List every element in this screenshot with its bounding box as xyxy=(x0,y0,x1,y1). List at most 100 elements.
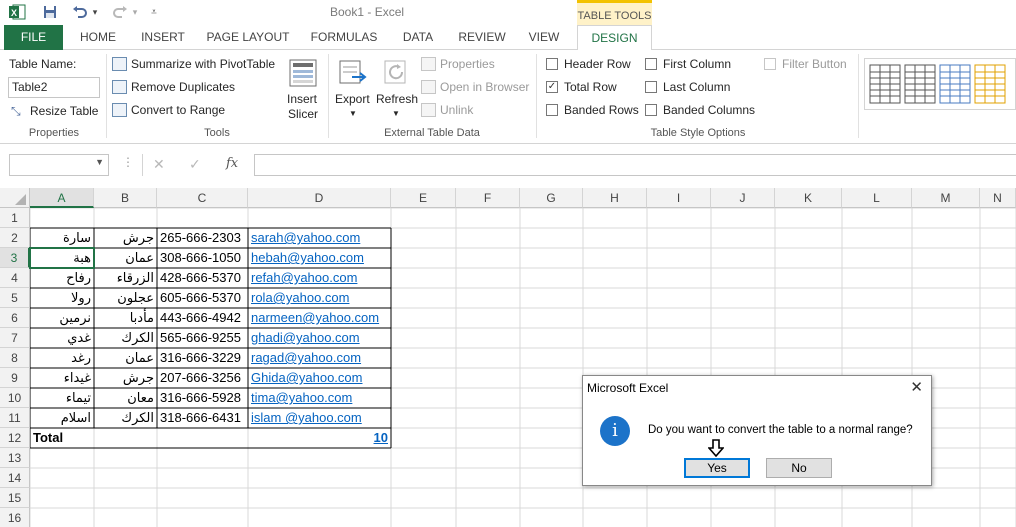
row-header-3[interactable]: 3 xyxy=(0,248,30,268)
cell-city[interactable]: الزرقاء xyxy=(94,268,157,288)
cell-email[interactable]: narmeen@yahoo.com xyxy=(248,308,391,328)
row-header-12[interactable]: 12 xyxy=(0,428,30,448)
tab-file[interactable]: FILE xyxy=(4,25,63,50)
cell-phone[interactable]: 308-666-1050 xyxy=(157,248,248,268)
row-header-9[interactable]: 9 xyxy=(0,368,30,388)
cell-phone[interactable]: 565-666-9255 xyxy=(157,328,248,348)
first-column-checkbox[interactable]: First Column xyxy=(645,56,750,74)
banded-rows-checkbox[interactable]: Banded Rows xyxy=(546,102,641,120)
column-header-b[interactable]: B xyxy=(94,188,157,208)
tab-review[interactable]: REVIEW xyxy=(455,25,509,50)
tab-view[interactable]: VIEW xyxy=(523,25,565,50)
column-header-e[interactable]: E xyxy=(391,188,456,208)
cell-name[interactable]: سارة xyxy=(30,228,94,248)
column-header-l[interactable]: L xyxy=(842,188,912,208)
export-button[interactable]: Export ▼ xyxy=(334,56,372,124)
cancel-formula-icon[interactable]: ✕ xyxy=(153,156,165,173)
cell-total-count[interactable]: 10 xyxy=(248,428,391,448)
redo-icon[interactable] xyxy=(110,4,130,20)
customize-qat-icon[interactable]: ⩡ xyxy=(148,4,160,20)
cell-email[interactable]: ragad@yahoo.com xyxy=(248,348,391,368)
redo-dropdown-icon[interactable]: ▾ xyxy=(130,4,140,20)
column-header-m[interactable]: M xyxy=(912,188,980,208)
refresh-button[interactable]: Refresh ▼ xyxy=(376,56,418,124)
insert-function-icon[interactable]: fx xyxy=(226,156,238,171)
cell-name[interactable]: غيداء xyxy=(30,368,94,388)
tab-formulas[interactable]: FORMULAS xyxy=(306,25,382,50)
name-box-dropdown-icon[interactable]: ▼ xyxy=(95,157,104,167)
properties-button[interactable]: Properties xyxy=(421,56,531,74)
column-header-f[interactable]: F xyxy=(456,188,520,208)
column-header-c[interactable]: C xyxy=(157,188,248,208)
cell-phone[interactable]: 443-666-4942 xyxy=(157,308,248,328)
filter-button-checkbox[interactable]: Filter Button xyxy=(764,56,859,74)
tab-insert[interactable]: INSERT xyxy=(136,25,190,50)
cell-name[interactable]: رفاح xyxy=(30,268,94,288)
cell-name[interactable]: تيماء xyxy=(30,388,94,408)
cell-total-label[interactable]: Total xyxy=(30,428,94,448)
column-header-h[interactable]: H xyxy=(583,188,647,208)
banded-columns-checkbox[interactable]: Banded Columns xyxy=(645,102,760,120)
row-header-4[interactable]: 4 xyxy=(0,268,30,288)
row-header-2[interactable]: 2 xyxy=(0,228,30,248)
insert-slicer-button[interactable]: Insert Slicer xyxy=(284,56,322,124)
row-header-16[interactable]: 16 xyxy=(0,508,30,527)
formula-input[interactable] xyxy=(254,154,1016,176)
undo-icon[interactable] xyxy=(70,4,90,20)
row-header-13[interactable]: 13 xyxy=(0,448,30,468)
cell-city[interactable]: عمان xyxy=(94,348,157,368)
yes-button[interactable]: Yes xyxy=(684,458,750,478)
cell-email[interactable]: ghadi@yahoo.com xyxy=(248,328,391,348)
cell-city[interactable]: عمان xyxy=(94,248,157,268)
cell-email[interactable]: hebah@yahoo.com xyxy=(248,248,391,268)
column-header-i[interactable]: I xyxy=(647,188,711,208)
column-header-a[interactable]: A xyxy=(30,188,94,208)
header-row-checkbox[interactable]: Header Row xyxy=(546,56,641,74)
table-name-input[interactable]: Table2 xyxy=(8,77,100,98)
cell-email[interactable]: islam @yahoo.com xyxy=(248,408,391,428)
column-header-k[interactable]: K xyxy=(775,188,842,208)
cell-email[interactable]: Ghida@yahoo.com xyxy=(248,368,391,388)
column-header-d[interactable]: D xyxy=(248,188,391,208)
select-all-corner[interactable] xyxy=(0,188,30,208)
column-header-j[interactable]: J xyxy=(711,188,775,208)
tab-data[interactable]: DATA xyxy=(397,25,439,50)
tab-design[interactable]: DESIGN xyxy=(577,25,652,51)
row-header-1[interactable]: 1 xyxy=(0,208,30,228)
cell-city[interactable]: الكرك xyxy=(94,408,157,428)
cell-city[interactable]: الكرك xyxy=(94,328,157,348)
row-header-10[interactable]: 10 xyxy=(0,388,30,408)
row-header-14[interactable]: 14 xyxy=(0,468,30,488)
unlink-button[interactable]: Unlink xyxy=(421,102,531,120)
row-header-7[interactable]: 7 xyxy=(0,328,30,348)
row-header-6[interactable]: 6 xyxy=(0,308,30,328)
table-styles-gallery[interactable] xyxy=(864,58,1016,110)
tab-home[interactable]: HOME xyxy=(73,25,123,50)
cell-city[interactable]: جرش xyxy=(94,228,157,248)
convert-to-range-button[interactable]: Convert to Range xyxy=(112,102,242,120)
row-header-8[interactable]: 8 xyxy=(0,348,30,368)
cell-email[interactable]: rola@yahoo.com xyxy=(248,288,391,308)
tab-page-layout[interactable]: PAGE LAYOUT xyxy=(203,25,293,50)
cell-name[interactable]: رولا xyxy=(30,288,94,308)
enter-formula-icon[interactable]: ✓ xyxy=(189,156,201,173)
remove-duplicates-button[interactable]: Remove Duplicates xyxy=(112,79,242,97)
cell-name[interactable]: غدي xyxy=(30,328,94,348)
last-column-checkbox[interactable]: Last Column xyxy=(645,79,750,97)
column-header-n[interactable]: N xyxy=(980,188,1016,208)
cell-email[interactable]: refah@yahoo.com xyxy=(248,268,391,288)
name-box[interactable]: ▼ xyxy=(9,154,109,176)
resize-table-button[interactable]: ⤡ Resize Table xyxy=(11,103,111,121)
cell-email[interactable]: sarah@yahoo.com xyxy=(248,228,391,248)
cell-city[interactable]: مأدبا xyxy=(94,308,157,328)
cell-city[interactable]: عجلون xyxy=(94,288,157,308)
no-button[interactable]: No xyxy=(766,458,832,478)
cell-phone[interactable]: 207-666-3256 xyxy=(157,368,248,388)
cell-phone[interactable]: 318-666-6431 xyxy=(157,408,248,428)
cell-name[interactable]: نرمين xyxy=(30,308,94,328)
row-header-5[interactable]: 5 xyxy=(0,288,30,308)
cell-email[interactable]: tima@yahoo.com xyxy=(248,388,391,408)
cell-phone[interactable]: 428-666-5370 xyxy=(157,268,248,288)
summarize-pivottable-button[interactable]: Summarize with PivotTable xyxy=(112,56,282,74)
column-header-g[interactable]: G xyxy=(520,188,583,208)
